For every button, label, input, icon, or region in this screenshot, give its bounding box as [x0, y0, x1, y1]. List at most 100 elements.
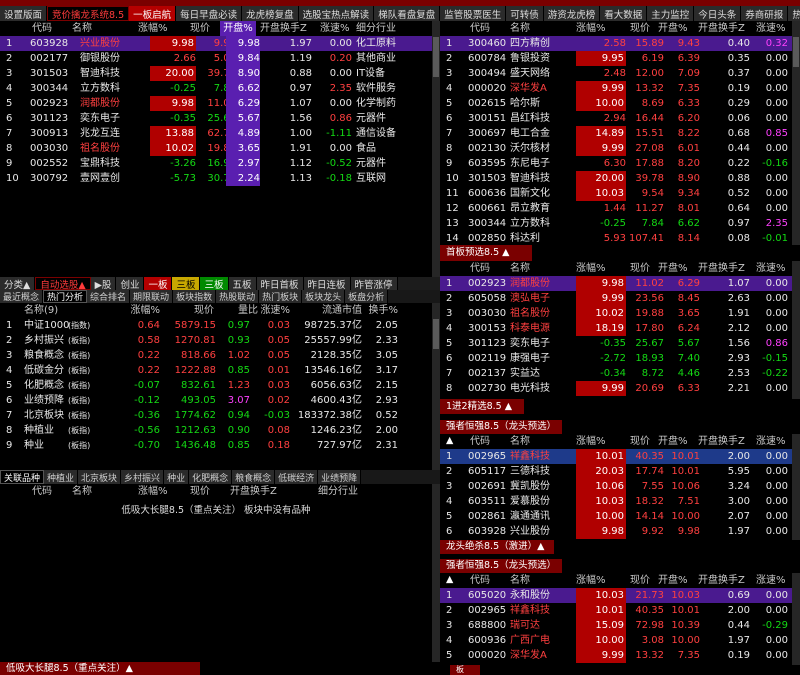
sector-row[interactable]: 1 中证1000 (指数) 0.64 5879.15 0.97 0.03 98725.37亿 2… [0, 318, 440, 333]
right-top-scrollbar[interactable] [792, 21, 800, 245]
sector-row[interactable]: 9 种业 (板指) -0.70 1436.48 0.85 0.18 727.97亿 2.31 [0, 438, 440, 453]
tab-topTabs-12[interactable]: 今日头条 [694, 6, 742, 21]
right-top-scroll-thumb[interactable] [793, 37, 799, 67]
tab-leftTabs-0[interactable]: 分类▲ [0, 277, 36, 290]
dragon-title[interactable]: 龙头绝杀8.5（激进）▲ [440, 540, 554, 554]
header-mainHdr-3[interactable]: 现价 [190, 21, 220, 36]
tab-leftTabs-6[interactable]: 三板 [200, 277, 229, 290]
right_top-row[interactable]: 6 300151 昌红科技 2.94 16.44 6.20 0.06 0.00 [440, 111, 800, 126]
main-scroll-thumb[interactable] [433, 37, 439, 77]
header-rtHdr-3[interactable]: 现价 [630, 21, 660, 36]
header-fbHdr-5[interactable]: 开盘换手Z [698, 261, 760, 276]
strong1-title[interactable]: 强者恒强8.5（龙头预选）▲ [440, 420, 562, 446]
strong2-row[interactable]: 2 002965 祥鑫科技 10.01 40.35 10.01 2.00 0.00 [440, 603, 800, 618]
tab-leftTabs-3[interactable]: 创业 [116, 277, 145, 290]
tab-topTabs-14[interactable]: 热点 [788, 6, 800, 21]
right_top-row[interactable]: 2 600784 鲁银投资 9.95 6.19 6.39 0.35 0.00 [440, 51, 800, 66]
first-board-title[interactable]: 首板预选8.5 ▲ [440, 245, 532, 261]
header-mainHdr-5[interactable]: 开盘换手Z [260, 21, 322, 36]
sector-row[interactable]: 4 低碳金分 (板指) 0.22 1222.88 0.85 0.01 13546.16亿 3.1… [0, 363, 440, 378]
tab-topTabs-5[interactable]: 选股宝热点解读 [298, 6, 375, 21]
header-mainHdr-6[interactable]: 涨速% [320, 21, 354, 36]
first_board-row[interactable]: 8 002730 电光科技 9.99 20.69 6.33 2.21 0.00 [440, 381, 800, 396]
header-rtHdr-1[interactable]: 名称 [510, 21, 550, 36]
header-s2Hdr-1[interactable]: 名称 [510, 573, 550, 588]
header-s2Hdr-5[interactable]: 开盘换手Z [698, 573, 760, 588]
tab-assocTabs-2[interactable]: 北京板块 [78, 470, 122, 484]
tab-sectorTabs-2[interactable]: 综合排名 [87, 290, 131, 303]
header-assocHdr-2[interactable]: 涨幅% [138, 484, 178, 499]
header-secHdr-1[interactable]: 涨幅% [120, 303, 160, 318]
tab-assocTabs-3[interactable]: 乡村振兴 [121, 470, 165, 484]
right_top-row[interactable]: 1 300460 四方精创 2.58 15.89 9.43 0.40 0.32 [440, 36, 800, 51]
tab-topTabs-1[interactable]: 竞价擒龙系统8.5 [47, 6, 130, 21]
right_top-row[interactable]: 12 600661 昂立教育 1.44 11.27 8.01 0.64 0.00 [440, 201, 800, 216]
tab-assocTabs-6[interactable]: 粮食概念 [232, 470, 276, 484]
header-mainHdr-7[interactable]: 细分行业 [356, 21, 416, 36]
sector-row[interactable]: 7 北京板块 (板指) -0.36 1774.62 0.94 -0.03 183372.38亿… [0, 408, 440, 423]
header-assocHdr-0[interactable]: 代码 [32, 484, 72, 499]
tab-sectorTabs-1[interactable]: 热门分析 [43, 290, 88, 303]
right_top-row[interactable]: 3 300494 盛天网络 2.48 12.00 7.09 0.37 0.00 [440, 66, 800, 81]
assoc-bottom-title[interactable]: 低吸大长腿8.5（重点关注）▲ [0, 662, 200, 675]
strong2-row[interactable]: 5 000020 深华发A 9.99 13.32 7.35 0.19 0.00 [440, 648, 800, 663]
one-to-two-title[interactable]: 1进2精选8.5 ▲ [440, 399, 524, 414]
header-secHdr-5[interactable]: 流通市值 [300, 303, 362, 318]
main-row[interactable]: 8 003030 祖名股份 10.02 19.88 3.65 1.91 0.00 食品 [0, 141, 440, 156]
tab-topTabs-2[interactable]: 一板启航 [129, 6, 177, 21]
strong1-row[interactable]: 6 603928 兴业股份 9.98 9.92 9.98 1.97 0.00 [440, 524, 800, 539]
sector-row[interactable]: 6 业绩预降 (板指) -0.12 493.05 3.07 0.02 4600.43亿 2.93 [0, 393, 440, 408]
header-secHdr-6[interactable]: 换手% [368, 303, 398, 318]
header-assocHdr-3[interactable]: 现价 [190, 484, 220, 499]
header-s1Hdr-2[interactable]: 涨幅% [576, 434, 616, 449]
tab-assocTabs-8[interactable]: 业绩预降 [318, 470, 362, 484]
main-row[interactable]: 7 300913 兆龙互连 13.88 62.70 4.89 1.00 -1.11 通信设备 [0, 126, 440, 141]
first_board-row[interactable]: 4 300153 科泰电源 18.19 17.80 6.24 2.12 0.00 [440, 321, 800, 336]
tab-topTabs-9[interactable]: 游资龙虎榜 [543, 6, 601, 21]
header-secHdr-3[interactable]: 量比 [230, 303, 258, 318]
tab-assocTabs-4[interactable]: 种业 [164, 470, 190, 484]
header-s2Hdr-3[interactable]: 现价 [630, 573, 660, 588]
tab-topTabs-0[interactable]: 设置版面 [0, 6, 48, 21]
tab-leftTabs-1[interactable]: 自动选股▲ [35, 277, 91, 290]
tab-topTabs-8[interactable]: 可转债 [506, 6, 544, 21]
header-fbHdr-0[interactable]: 代码 [470, 261, 510, 276]
header-rtHdr-0[interactable]: 代码 [470, 21, 510, 36]
tab-topTabs-4[interactable]: 龙虎榜复盘 [242, 6, 299, 21]
right_top-row[interactable]: 13 300344 立方数科 -0.25 7.84 6.62 0.97 2.35 [440, 216, 800, 231]
tab-sectorTabs-4[interactable]: 板块指数 [173, 290, 217, 303]
header-assocHdr-1[interactable]: 名称 [72, 484, 112, 499]
tab-assocTabs-0[interactable]: 关联品种 [0, 470, 45, 484]
right_top-row[interactable]: 11 600636 国新文化 10.03 9.54 9.34 0.52 0.00 [440, 186, 800, 201]
tab-sectorTabs-6[interactable]: 热门板块 [259, 290, 303, 303]
header-secHdr-4[interactable]: 涨速% [260, 303, 290, 318]
tab-leftTabs-5[interactable]: 三板 [172, 277, 201, 290]
tab-leftTabs-7[interactable]: 五板 [228, 277, 257, 290]
tab-leftTabs-2[interactable]: ▶股 [90, 277, 117, 290]
first_board-row[interactable]: 2 605058 澳弘电子 9.99 23.56 8.45 2.63 0.00 [440, 291, 800, 306]
header-s1Hdr-1[interactable]: 名称 [510, 434, 550, 449]
header-rtHdr-4[interactable]: 开盘% [658, 21, 698, 36]
main-row[interactable]: 9 002552 宝鼎科技 -3.26 16.91 2.97 1.12 -0.52 元器件 [0, 156, 440, 171]
sector-scrollbar[interactable] [432, 303, 440, 470]
sector-row[interactable]: 2 乡村振兴 (板指) 0.58 1270.81 0.93 0.05 25557.99亿 2.3… [0, 333, 440, 348]
main-row[interactable]: 1 603928 兴业股份 9.98 9.92 9.98 1.97 0.00 化工原料 [0, 36, 440, 51]
strong1-row[interactable]: 1 002965 祥鑫科技 10.01 40.35 10.01 2.00 0.00 [440, 449, 800, 464]
header-assocHdr-4[interactable]: 开盘换手Z [230, 484, 292, 499]
tab-leftTabs-4[interactable]: 一板 [144, 277, 173, 290]
strong1-scrollbar[interactable] [792, 434, 800, 540]
first_board-row[interactable]: 7 002137 实益达 -0.34 8.72 4.46 2.53 -0.22 [440, 366, 800, 381]
header-mainHdr-0[interactable]: 代码 [32, 21, 72, 36]
right_top-row[interactable]: 8 002130 沃尔核材 9.99 27.08 6.01 0.44 0.00 [440, 141, 800, 156]
main-row[interactable]: 2 002177 御银股份 2.66 5.01 9.84 1.19 0.20 其他商业 [0, 51, 440, 66]
sector-row[interactable]: 5 化肥概念 (板指) -0.07 832.61 1.23 0.03 6056.63亿 2.15 [0, 378, 440, 393]
header-fbHdr-6[interactable]: 涨速% [756, 261, 790, 276]
header-rtHdr-5[interactable]: 开盘换手Z [698, 21, 760, 36]
header-s2Hdr-0[interactable]: 代码 [470, 573, 510, 588]
strong2-scrollbar[interactable] [792, 573, 800, 665]
main-scrollbar[interactable] [432, 21, 440, 277]
tab-topTabs-13[interactable]: 券商研报 [741, 6, 789, 21]
tab-sectorTabs-0[interactable]: 最近概念 [0, 290, 44, 303]
header-s1Hdr-6[interactable]: 涨速% [756, 434, 790, 449]
header-s1Hdr-5[interactable]: 开盘换手Z [698, 434, 760, 449]
